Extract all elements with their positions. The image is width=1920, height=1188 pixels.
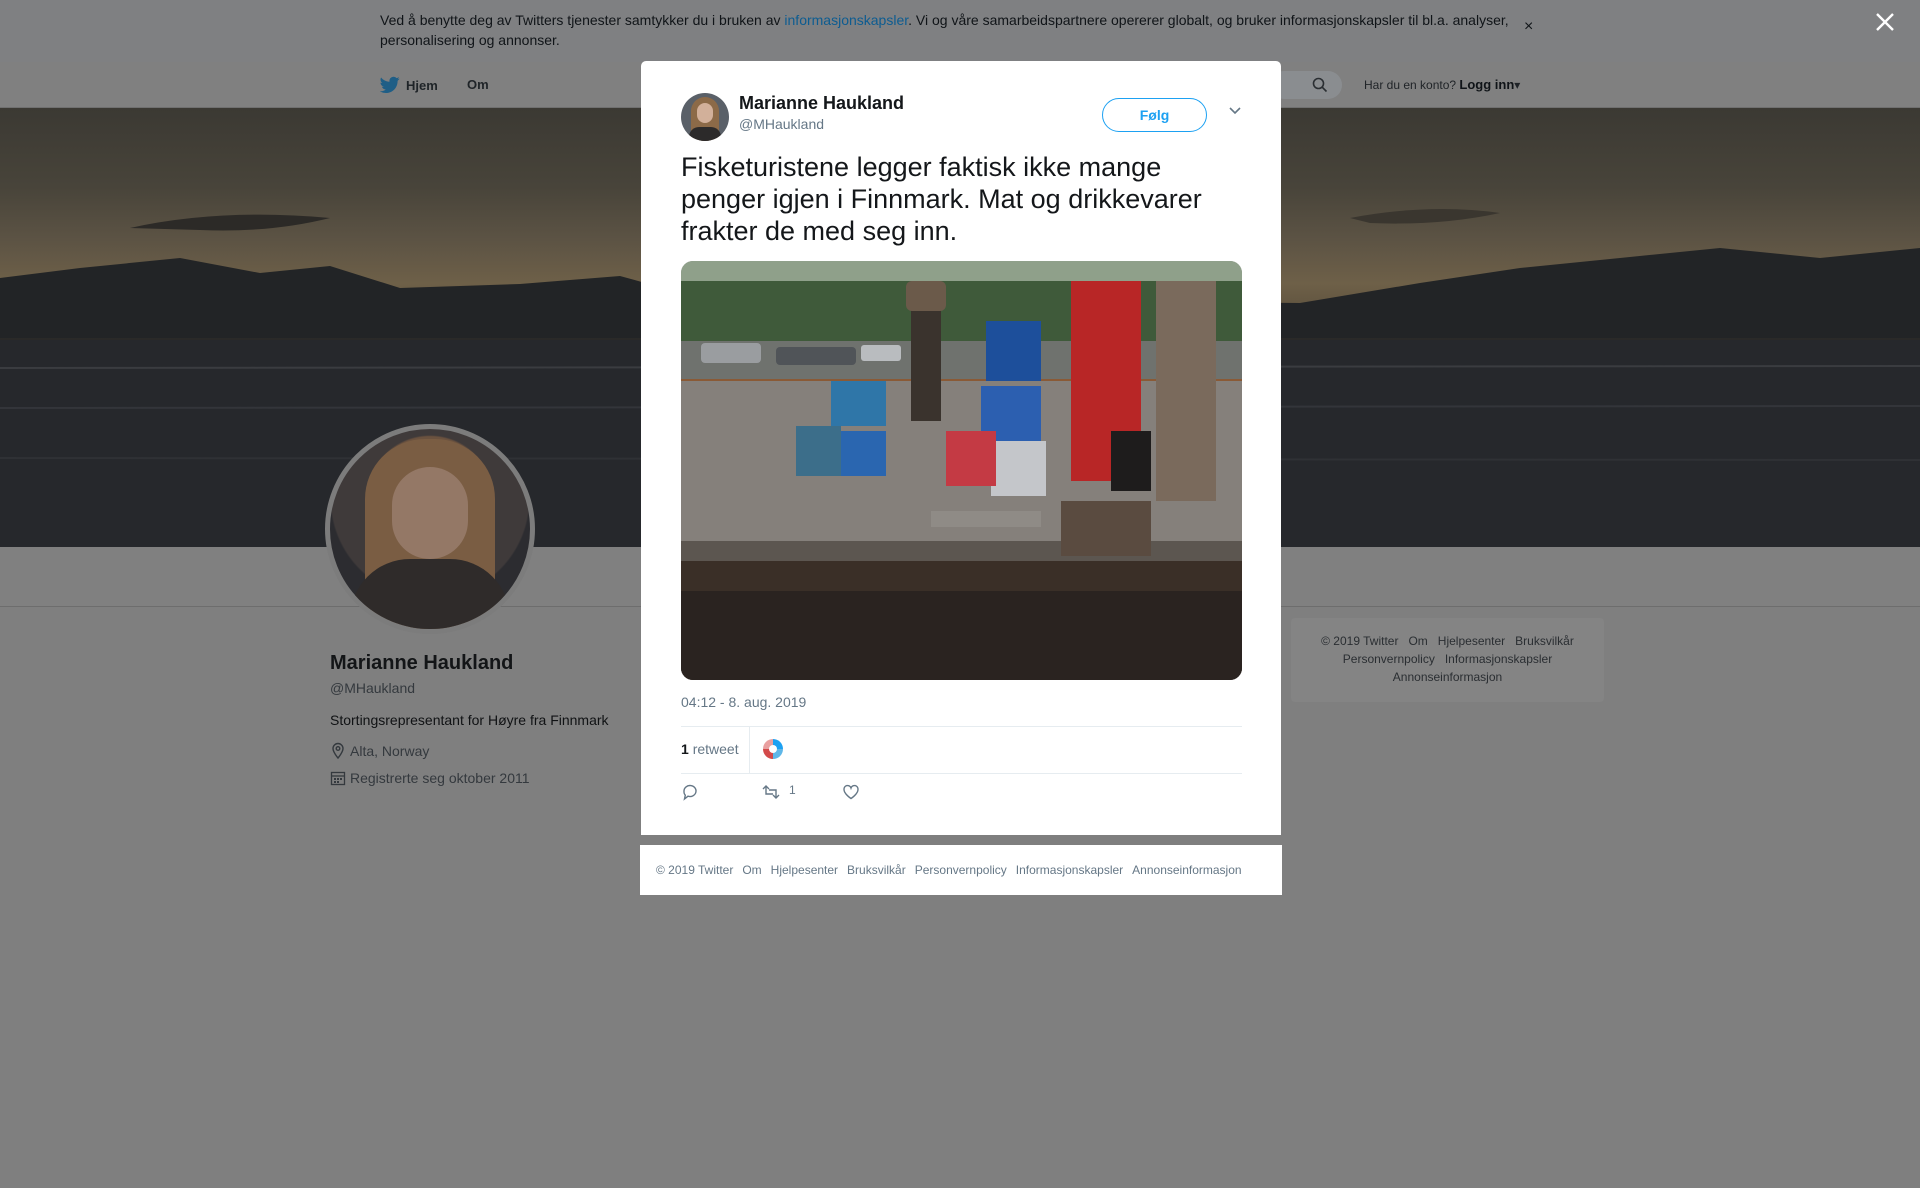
stat-divider	[749, 727, 750, 774]
cookie-text-before: Ved å benytte deg av Twitters tjenester …	[380, 12, 785, 28]
tweet-actions: 1	[681, 783, 981, 807]
profile-location: Alta, Norway	[330, 742, 429, 760]
nav-about-link[interactable]: Om	[467, 77, 489, 92]
profile-avatar[interactable]	[325, 424, 535, 634]
reply-icon[interactable]	[681, 783, 699, 801]
profile-handle[interactable]: @MHaukland	[330, 680, 415, 696]
tweet-photo[interactable]	[681, 261, 1242, 680]
search-icon[interactable]	[1312, 77, 1328, 93]
tweet-modal: Marianne Haukland @MHaukland Følg Fisket…	[641, 61, 1281, 835]
tweet-stats: 1 retweet	[681, 726, 1242, 774]
retweet-icon	[762, 785, 780, 799]
retweeter-avatar-image	[763, 739, 783, 759]
follow-button[interactable]: Følg	[1102, 98, 1207, 132]
avatar-body	[350, 559, 510, 629]
cookie-close-button[interactable]: ×	[1524, 18, 1533, 36]
heart-icon[interactable]	[842, 783, 860, 801]
retweet-stat-label: retweet	[692, 741, 739, 757]
side-footer-copyright: © 2019 Twitter	[1321, 634, 1399, 648]
bird-icon	[380, 76, 400, 93]
cookie-link[interactable]: informasjonskapsler	[784, 12, 908, 28]
profile-joined-text: Registrerte seg oktober 2011	[350, 770, 530, 786]
modal-footer-about[interactable]: Om	[742, 863, 761, 877]
tweet-author-handle[interactable]: @MHaukland	[739, 116, 824, 132]
login-link[interactable]: Logg inn	[1459, 77, 1514, 92]
modal-footer-copyright: © 2019 Twitter	[656, 863, 734, 877]
tweet-author-avatar[interactable]	[681, 93, 729, 141]
cookie-banner: Ved å benytte deg av Twitters tjenester …	[0, 0, 1920, 62]
calendar-icon	[330, 771, 346, 786]
location-pin-icon	[332, 742, 344, 760]
retweet-action-count: 1	[789, 783, 796, 797]
retweet-stat-count: 1	[681, 741, 689, 757]
chevron-down-icon[interactable]	[1228, 106, 1242, 116]
nav-home-link[interactable]: Hjem	[380, 76, 438, 94]
sidebar-footer: © 2019 Twitter Om Hjelpesenter Bruksvilkår …	[1291, 618, 1604, 702]
profile-bio: Stortingsrepresentant for Høyre fra Finn…	[330, 712, 609, 728]
tweet-author-name[interactable]: Marianne Haukland	[739, 93, 904, 114]
nav-home-label: Hjem	[406, 77, 438, 93]
side-footer-terms[interactable]: Bruksvilkår	[1515, 634, 1574, 648]
side-footer-help[interactable]: Hjelpesenter	[1438, 634, 1505, 648]
retweet-action[interactable]: 1	[761, 783, 796, 801]
tweet-text: Fisketuristene legger faktisk ikke mange…	[681, 152, 1202, 246]
profile-location-text: Alta, Norway	[350, 743, 430, 759]
tweet-avatar-face	[697, 103, 713, 123]
profile-name[interactable]: Marianne Haukland	[330, 652, 513, 675]
login-caret-icon[interactable]: ▾	[1514, 78, 1520, 92]
side-footer-privacy[interactable]: Personvernpolicy	[1343, 652, 1435, 666]
side-footer-about[interactable]: Om	[1408, 634, 1427, 648]
modal-footer-help[interactable]: Hjelpesenter	[771, 863, 838, 877]
side-footer-cookies[interactable]: Informasjonskapsler	[1445, 652, 1552, 666]
avatar-face	[392, 467, 468, 559]
side-footer-ads-info[interactable]: Annonseinformasjon	[1393, 670, 1502, 684]
close-icon[interactable]	[1875, 12, 1895, 32]
modal-footer-privacy[interactable]: Personvernpolicy	[915, 863, 1007, 877]
account-area: Har du en konto? Logg inn▾	[1364, 77, 1520, 92]
tweet-avatar-body	[689, 127, 721, 141]
profile-joined: Registrerte seg oktober 2011	[330, 770, 530, 786]
retweet-stat[interactable]: 1 retweet	[681, 741, 739, 757]
tweet-photo-image	[681, 261, 1242, 680]
cookie-text: Ved å benytte deg av Twitters tjenester …	[380, 10, 1530, 50]
tweet-timestamp[interactable]: 04:12 - 8. aug. 2019	[681, 694, 806, 710]
modal-footer-terms[interactable]: Bruksvilkår	[847, 863, 906, 877]
account-prompt: Har du en konto?	[1364, 78, 1457, 92]
modal-footer: © 2019 Twitter Om Hjelpesenter Bruksvilkår P…	[640, 845, 1282, 895]
modal-footer-ads-info[interactable]: Annonseinformasjon	[1132, 863, 1241, 877]
retweeter-avatar[interactable]	[761, 737, 785, 761]
modal-footer-cookies[interactable]: Informasjonskapsler	[1016, 863, 1123, 877]
